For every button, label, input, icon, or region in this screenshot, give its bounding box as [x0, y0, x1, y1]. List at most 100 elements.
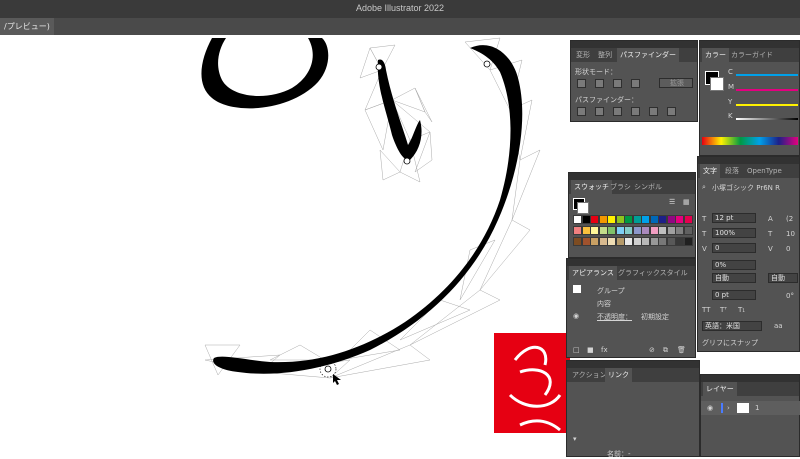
tab-links[interactable]: リンク	[605, 368, 632, 382]
hook-stroke-group	[359, 44, 433, 183]
layers-panel: レイヤー ◉ › 1	[700, 374, 800, 457]
trim-icon[interactable]	[595, 107, 604, 116]
channel-m-slider[interactable]	[736, 89, 798, 91]
group-label: グループ	[597, 287, 625, 295]
tab-transform[interactable]: 変形	[573, 48, 593, 62]
leading-value[interactable]: (2	[786, 215, 793, 223]
tab-pathfinder[interactable]: パスファインダー	[617, 48, 679, 62]
grid-view-icon[interactable]: ▦	[683, 198, 690, 206]
tracking-icon: V	[768, 245, 773, 253]
tab-align[interactable]: 整列	[595, 48, 615, 62]
anchor-point	[483, 60, 491, 68]
tab-symbols[interactable]: シンボル	[631, 180, 665, 194]
clear-appearance-icon[interactable]: ⊘	[649, 346, 655, 354]
kerning-field[interactable]: 0	[712, 243, 756, 253]
swatches-panel: スウォッチ ブラシ シンボル ☰ ▦	[568, 172, 696, 258]
unite-icon[interactable]	[577, 79, 586, 88]
aki-right-field[interactable]: 自動	[768, 273, 798, 283]
glyph-snap-label: グリフにスナップ	[702, 339, 758, 347]
horizontal-scale-icon: T	[768, 230, 773, 238]
tab-color[interactable]: カラー	[702, 48, 729, 62]
swatch-grid	[573, 215, 693, 255]
channel-y-label: Y	[728, 98, 733, 106]
tracking-value[interactable]: 0	[786, 245, 790, 253]
intersect-icon[interactable]	[613, 79, 622, 88]
tab-paragraph[interactable]: 段落	[722, 164, 742, 178]
channel-y-slider[interactable]	[736, 104, 798, 106]
character-panel: 文字 段落 OpenType ⌕ 小塚ゴシック Pr6N R T 12 pt A…	[697, 156, 800, 352]
pathfinder-panel: 変形 整列 パスファインダー 形状モード： 拡張 パスファインダー：	[570, 40, 698, 122]
tab-character[interactable]: 文字	[700, 164, 720, 178]
tab-appearance[interactable]: アピアランス	[569, 266, 617, 280]
all-caps-button[interactable]: TT	[702, 306, 710, 314]
tab-layers[interactable]: レイヤー	[703, 382, 737, 396]
color-swatch[interactable]	[683, 237, 693, 246]
group-thumbnail	[573, 285, 581, 293]
layer-row[interactable]: ◉ › 1	[701, 401, 800, 415]
color-spectrum-bar[interactable]	[702, 137, 798, 145]
aki-left-field[interactable]: 自動	[712, 273, 756, 283]
opacity-label[interactable]: 不透明度：	[597, 312, 632, 322]
horizontal-scale-value[interactable]: 10	[786, 230, 795, 238]
layer-visibility-icon[interactable]: ◉	[707, 404, 713, 412]
merge-icon[interactable]	[613, 107, 622, 116]
list-view-icon[interactable]: ☰	[669, 198, 675, 206]
exclude-icon[interactable]	[631, 79, 640, 88]
app-title: Adobe Illustrator 2022	[355, 3, 445, 13]
leading-icon: A	[768, 215, 773, 223]
curve-stroke-group	[204, 37, 541, 385]
font-size-field[interactable]: 12 pt	[712, 213, 756, 223]
vertical-scale-icon: T	[702, 230, 707, 238]
language-select[interactable]: 英語：米国	[702, 321, 762, 331]
crop-icon[interactable]	[631, 107, 640, 116]
tab-swatches[interactable]: スウォッチ	[571, 180, 612, 194]
shape-mode-label: 形状モード：	[575, 68, 617, 76]
divide-icon[interactable]	[577, 107, 586, 116]
direct-select-cursor	[333, 374, 341, 385]
document-tab-bar: /プレビュー)	[0, 18, 800, 36]
tsume-field[interactable]: 0%	[712, 260, 756, 270]
stroke-color-swatch[interactable]	[710, 77, 724, 91]
baseline-shift-field[interactable]: 0 pt	[712, 290, 756, 300]
add-stroke-icon[interactable]: □	[573, 346, 580, 354]
delete-item-icon[interactable]: 🗑	[677, 346, 686, 354]
expand-triangle-icon[interactable]: ▾	[573, 435, 577, 443]
rotation-value[interactable]: 0°	[786, 292, 794, 300]
contents-label[interactable]: 内容	[597, 299, 611, 309]
eye-icon[interactable]: ◉	[573, 312, 579, 320]
minus-back-icon[interactable]	[667, 107, 676, 116]
document-tab[interactable]: /プレビュー)	[0, 18, 54, 35]
outline-icon[interactable]	[649, 107, 658, 116]
font-size-icon: T	[702, 215, 707, 223]
color-swatch[interactable]	[683, 226, 693, 235]
subscript-button[interactable]: T₁	[738, 306, 745, 314]
minus-front-icon[interactable]	[595, 79, 604, 88]
layer-color-bar	[721, 403, 723, 413]
channel-k-label: K	[728, 112, 733, 120]
chevron-right-icon[interactable]: ›	[727, 404, 730, 412]
appearance-panel: アピアランス グラフィックスタイル グループ 内容 ◉ 不透明度： 初期設定 □…	[566, 258, 696, 358]
antialias-select[interactable]: aa	[774, 322, 783, 330]
font-family-field[interactable]: 小塚ゴシック Pr6N R	[712, 183, 780, 193]
layer-name[interactable]: 1	[755, 404, 759, 412]
hook-stroke	[377, 59, 422, 161]
tab-color-guide[interactable]: カラーガイド	[728, 48, 776, 62]
layer-thumbnail	[737, 403, 749, 413]
fx-icon[interactable]: fx	[601, 346, 608, 354]
tab-graphic-styles[interactable]: グラフィックスタイル	[615, 266, 691, 280]
tab-brushes[interactable]: ブラシ	[607, 180, 634, 194]
channel-k-slider[interactable]	[736, 118, 798, 120]
channel-c-slider[interactable]	[736, 74, 798, 76]
link-name-label: 名前：-	[607, 450, 631, 458]
vertical-scale-field[interactable]: 100%	[712, 228, 756, 238]
superscript-button[interactable]: Tᵀ	[720, 306, 727, 314]
swatch-stroke-indicator[interactable]	[577, 202, 589, 214]
kerning-icon: V	[702, 245, 707, 253]
color-swatch[interactable]	[683, 215, 693, 224]
add-fill-icon[interactable]: ■	[587, 346, 594, 354]
search-icon[interactable]: ⌕	[702, 183, 706, 192]
tab-opentype[interactable]: OpenType	[744, 164, 785, 178]
expand-button[interactable]: 拡張	[659, 78, 693, 88]
tab-actions[interactable]: アクション	[569, 368, 610, 382]
duplicate-item-icon[interactable]: ⧉	[663, 346, 668, 355]
